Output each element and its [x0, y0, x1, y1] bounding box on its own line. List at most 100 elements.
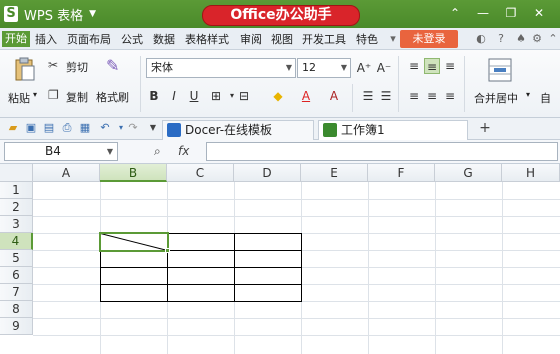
- chevron-down-icon: ▼: [106, 147, 113, 156]
- app-menu-button[interactable]: S WPS 表格 ▼: [0, 3, 112, 25]
- row-header-6[interactable]: 6: [0, 267, 33, 284]
- menu-view[interactable]: 视图: [271, 31, 293, 47]
- column-header-g[interactable]: G: [435, 164, 502, 182]
- align-middle-icon[interactable]: ≡: [424, 58, 440, 74]
- new-tab-button[interactable]: +: [478, 121, 492, 135]
- tab-docer[interactable]: Docer-在线模板: [162, 120, 314, 140]
- font-color-icon[interactable]: A: [298, 88, 314, 104]
- column-header-a[interactable]: A: [33, 164, 100, 182]
- format-brush-icon[interactable]: ✎: [106, 56, 119, 75]
- export-icon[interactable]: ▤: [42, 121, 56, 135]
- menu-page-layout[interactable]: 页面布局: [67, 31, 111, 47]
- grid-line: [33, 199, 560, 200]
- row-header-8[interactable]: 8: [0, 301, 33, 318]
- border-icon[interactable]: ⊞: [208, 88, 224, 104]
- undo-icon[interactable]: ↶: [98, 121, 112, 135]
- merge-center-button[interactable]: 合并居中: [474, 90, 518, 106]
- menu-table-style[interactable]: 表格样式: [185, 31, 229, 47]
- chevron-down-icon[interactable]: ▾: [526, 90, 530, 99]
- formula-input[interactable]: [206, 142, 558, 161]
- minimize-button[interactable]: —: [474, 4, 492, 22]
- bold-button[interactable]: B: [146, 88, 162, 104]
- chevron-down-icon[interactable]: ▼: [146, 121, 160, 135]
- paste-chevron-icon[interactable]: ▾: [33, 90, 37, 99]
- fill-handle[interactable]: [165, 248, 170, 253]
- column-header-f[interactable]: F: [368, 164, 435, 182]
- grid-line: [435, 182, 436, 354]
- row-header-9[interactable]: 9: [0, 318, 33, 335]
- wrap-text-button[interactable]: 自: [540, 90, 551, 106]
- tab-label: 工作簿1: [341, 123, 385, 137]
- name-box[interactable]: B4 ▼: [4, 142, 118, 161]
- menu-insert[interactable]: 插入: [35, 31, 57, 47]
- save-icon[interactable]: ▣: [24, 121, 38, 135]
- skin-icon[interactable]: ◐: [474, 32, 488, 46]
- menu-home[interactable]: 开始: [2, 31, 30, 47]
- menu-data[interactable]: 数据: [153, 31, 175, 47]
- clear-format-icon[interactable]: A: [326, 88, 342, 104]
- decrease-font-icon[interactable]: A⁻: [376, 60, 392, 76]
- column-header-e[interactable]: E: [301, 164, 368, 182]
- column-header-h[interactable]: H: [502, 164, 560, 182]
- copy-button[interactable]: 复制: [66, 89, 88, 105]
- row-header-2[interactable]: 2: [0, 199, 33, 216]
- maximize-button[interactable]: ❐: [502, 4, 520, 22]
- print-icon[interactable]: ⎙: [60, 121, 74, 135]
- align-bottom-icon[interactable]: ≡: [442, 58, 458, 74]
- column-header-c[interactable]: C: [167, 164, 234, 182]
- column-header-b[interactable]: B: [100, 164, 167, 182]
- redo-icon[interactable]: ↷: [126, 121, 140, 135]
- open-folder-icon[interactable]: ▰: [6, 121, 20, 135]
- paste-icon[interactable]: [14, 56, 36, 84]
- help-icon[interactable]: ?: [494, 32, 508, 46]
- format-painter-button[interactable]: 格式刷: [96, 89, 129, 105]
- login-button[interactable]: 未登录: [400, 30, 458, 48]
- align-right-icon[interactable]: ≡: [442, 88, 458, 104]
- scissors-icon[interactable]: ✂: [48, 58, 58, 72]
- font-size-select[interactable]: 12 ▼: [297, 58, 351, 78]
- preview-icon[interactable]: ▦: [78, 121, 92, 135]
- menu-special[interactable]: 特色: [356, 31, 378, 47]
- paste-button[interactable]: 粘贴: [8, 90, 30, 106]
- select-all-corner[interactable]: [0, 164, 33, 182]
- menu-formulas[interactable]: 公式: [121, 31, 143, 47]
- menu-review[interactable]: 审阅: [240, 31, 262, 47]
- settings-icon[interactable]: ⚙: [530, 32, 544, 46]
- align-left-icon[interactable]: ≡: [406, 88, 422, 104]
- cut-button[interactable]: 剪切: [66, 59, 88, 75]
- chevron-down-icon: ▼: [285, 63, 292, 72]
- brand-banner: Office办公助手: [202, 5, 360, 26]
- tab-workbook[interactable]: 工作簿1: [318, 120, 468, 140]
- copy-icon[interactable]: ❐: [48, 88, 59, 102]
- close-button[interactable]: ✕: [530, 4, 548, 22]
- fx-button[interactable]: fx: [178, 144, 189, 158]
- merge-center-icon[interactable]: [488, 58, 512, 82]
- font-name-select[interactable]: 宋体 ▼: [146, 58, 296, 78]
- row-header-4[interactable]: 4: [0, 233, 33, 250]
- fill-color-icon[interactable]: ◆: [270, 88, 286, 104]
- outdent-icon[interactable]: ☰: [378, 88, 394, 104]
- row-header-5[interactable]: 5: [0, 250, 33, 267]
- row-header-3[interactable]: 3: [0, 216, 33, 233]
- menu-bar: 开始 插入 页面布局 公式 数据 表格样式 审阅 视图 开发工具 特色 ▾ 未登…: [0, 28, 560, 50]
- menu-chevron-icon[interactable]: ▾: [386, 32, 400, 46]
- row-header-7[interactable]: 7: [0, 284, 33, 301]
- underline-button[interactable]: U: [186, 88, 202, 104]
- increase-font-icon[interactable]: A⁺: [356, 60, 372, 76]
- collapse-icon[interactable]: ⌃: [446, 4, 464, 22]
- zoom-icon[interactable]: ⌕: [154, 144, 161, 159]
- shirt-icon[interactable]: ♠: [514, 32, 528, 46]
- chevron-down-icon: ▼: [340, 63, 347, 72]
- active-cell-b4[interactable]: [99, 232, 169, 252]
- minimize-ribbon-icon[interactable]: ⌃: [546, 32, 560, 46]
- align-center-icon[interactable]: ≡: [424, 88, 440, 104]
- row-header-1[interactable]: 1: [0, 182, 33, 199]
- cell-style-icon[interactable]: ⊟: [236, 88, 252, 104]
- column-header-d[interactable]: D: [234, 164, 301, 182]
- italic-button[interactable]: I: [166, 88, 182, 104]
- grid-line: [33, 335, 560, 336]
- grid-line: [502, 182, 503, 354]
- menu-developer[interactable]: 开发工具: [302, 31, 346, 47]
- align-top-icon[interactable]: ≡: [406, 58, 422, 74]
- indent-icon[interactable]: ☰: [360, 88, 376, 104]
